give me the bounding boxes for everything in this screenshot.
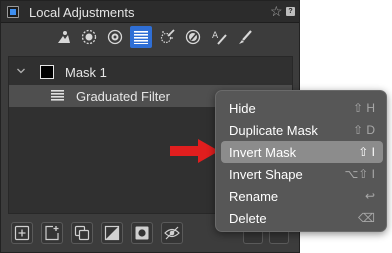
layer-row-mask[interactable]: Mask 1 bbox=[9, 61, 292, 83]
layer-actions-toolbar bbox=[11, 222, 191, 244]
brush-mask-icon[interactable] bbox=[78, 26, 100, 48]
menu-item-shortcut: ⌫ bbox=[358, 211, 375, 225]
menu-item-label: Delete bbox=[229, 211, 267, 226]
hidden-button[interactable] bbox=[243, 230, 263, 244]
panel-toggle-icon[interactable] bbox=[7, 6, 19, 18]
menu-item-duplicate-mask[interactable]: Duplicate Mask ⇧ D bbox=[221, 119, 383, 141]
menu-item-invert-shape[interactable]: Invert Shape ⌥⇧ I bbox=[221, 163, 383, 185]
mask-name: Mask 1 bbox=[65, 65, 107, 80]
menu-item-label: Duplicate Mask bbox=[229, 123, 318, 138]
chevron-down-icon[interactable] bbox=[16, 66, 26, 76]
menu-item-shortcut: ⌥⇧ I bbox=[344, 167, 375, 181]
mask-tools-toolbar: A bbox=[52, 26, 260, 48]
context-menu: Hide ⇧ H Duplicate Mask ⇧ D Invert Mask … bbox=[215, 90, 387, 232]
add-adjustment-layer-icon[interactable] bbox=[41, 222, 63, 244]
eraser-brush-icon[interactable] bbox=[234, 26, 256, 48]
mask-swatch bbox=[40, 65, 54, 79]
text-annotation-icon[interactable]: A bbox=[208, 26, 230, 48]
add-layer-icon[interactable] bbox=[11, 222, 33, 244]
magic-brush-icon[interactable] bbox=[156, 26, 178, 48]
menu-item-label: Hide bbox=[229, 101, 256, 116]
graduated-filter-icon bbox=[51, 90, 64, 101]
menu-item-label: Invert Mask bbox=[229, 145, 297, 160]
color-picker-icon[interactable] bbox=[182, 26, 204, 48]
layers-icon[interactable] bbox=[52, 26, 74, 48]
menu-item-shortcut: ↩ bbox=[364, 189, 375, 203]
invert-icon[interactable] bbox=[101, 222, 123, 244]
visibility-icon[interactable] bbox=[161, 222, 183, 244]
obscured-buttons bbox=[239, 230, 295, 244]
svg-text:A: A bbox=[212, 31, 219, 41]
star-icon[interactable]: ☆ bbox=[270, 3, 283, 20]
menu-item-label: Rename bbox=[229, 189, 279, 204]
menu-item-delete[interactable]: Delete ⌫ bbox=[221, 207, 383, 229]
graduated-mask-icon[interactable] bbox=[130, 26, 152, 48]
filter-name: Graduated Filter bbox=[76, 89, 170, 104]
red-arrow-annotation bbox=[170, 139, 219, 163]
menu-item-label: Invert Shape bbox=[229, 167, 303, 182]
radial-mask-icon[interactable] bbox=[104, 26, 126, 48]
help-icon[interactable]: ? bbox=[286, 7, 295, 16]
mask-circle-icon[interactable] bbox=[131, 222, 153, 244]
duplicate-layer-icon[interactable] bbox=[71, 222, 93, 244]
panel-title: Local Adjustments bbox=[29, 5, 135, 20]
trash-icon[interactable] bbox=[269, 230, 289, 244]
menu-item-shortcut: ⇧ I bbox=[358, 145, 375, 159]
menu-item-shortcut: ⇧ H bbox=[352, 101, 375, 115]
panel-header: Local Adjustments ☆ ? bbox=[1, 1, 299, 23]
menu-item-hide[interactable]: Hide ⇧ H bbox=[221, 97, 383, 119]
menu-item-shortcut: ⇧ D bbox=[352, 123, 375, 137]
menu-item-invert-mask[interactable]: Invert Mask ⇧ I bbox=[221, 141, 383, 163]
menu-item-rename[interactable]: Rename ↩ bbox=[221, 185, 383, 207]
